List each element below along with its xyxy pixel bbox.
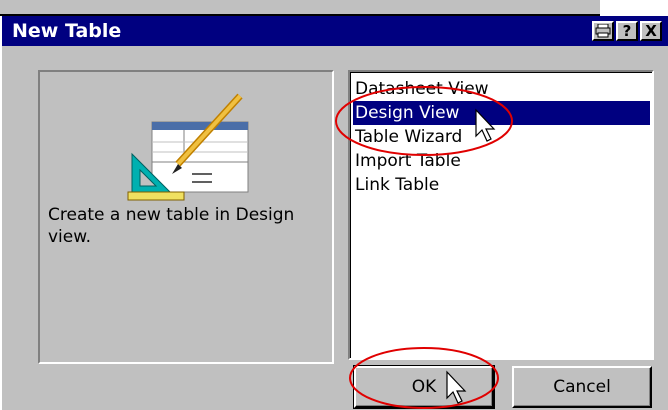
title-bar: New Table ? X (2, 16, 668, 46)
background-window-strip (0, 0, 668, 16)
list-item-import-table[interactable]: Import Table (355, 149, 461, 173)
preview-panel: Create a new table in Design view. (38, 70, 334, 364)
list-item-link-table[interactable]: Link Table (355, 173, 439, 197)
help-button[interactable]: ? (616, 21, 638, 41)
dialog-title: New Table (12, 20, 122, 42)
close-button[interactable]: X (640, 21, 662, 41)
option-description: Create a new table in Design view. (48, 205, 295, 247)
ok-button[interactable]: OK (353, 365, 495, 409)
printer-icon (595, 23, 611, 38)
list-item-datasheet-view[interactable]: Datasheet View (355, 77, 489, 101)
print-button[interactable] (592, 21, 614, 41)
design-view-illustration-icon (127, 93, 249, 201)
cancel-button[interactable]: Cancel (512, 366, 652, 408)
list-item-design-view[interactable]: Design View (353, 101, 650, 125)
view-options-list[interactable]: Datasheet View Design View Table Wizard … (348, 70, 654, 360)
new-table-dialog: New Table ? X Create a new table in Desi… (0, 16, 668, 410)
list-item-table-wizard[interactable]: Table Wizard (355, 125, 462, 149)
